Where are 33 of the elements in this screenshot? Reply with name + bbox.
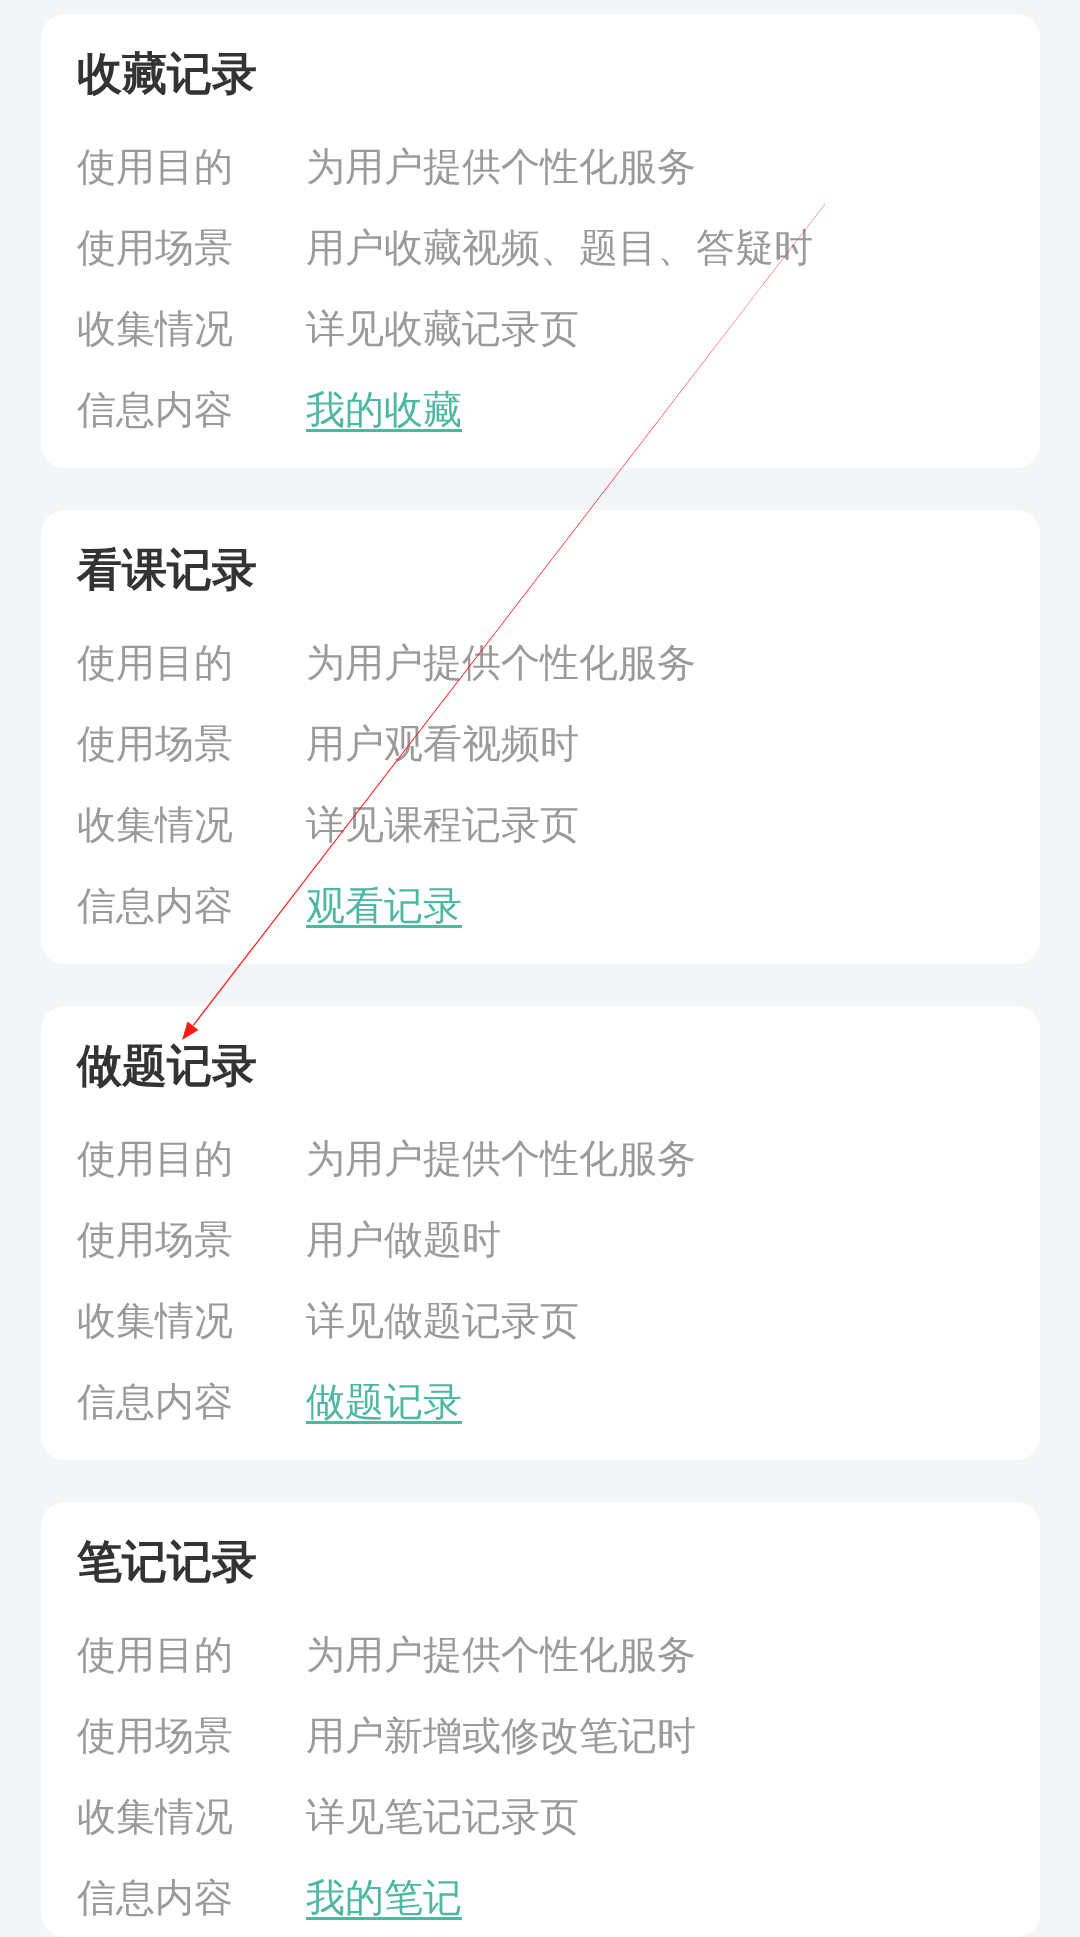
field-label: 收集情况 [77,1792,234,1841]
field-label: 使用目的 [77,1630,234,1679]
section-title: 看课记录 [77,542,258,598]
field-label: 信息内容 [77,385,234,434]
record-link[interactable]: 我的笔记 [306,1872,462,1923]
field-label: 使用场景 [77,719,234,768]
field-label: 使用目的 [77,1134,234,1183]
field-label: 信息内容 [77,1377,234,1426]
field-label: 使用目的 [77,638,234,687]
field-value: 为用户提供个性化服务 [306,142,696,191]
field-label: 信息内容 [77,881,234,930]
record-link[interactable]: 做题记录 [306,1376,462,1427]
field-label: 收集情况 [77,304,234,353]
field-label: 使用场景 [77,223,234,272]
field-label: 使用场景 [77,1215,234,1264]
section-title: 收藏记录 [77,46,258,102]
field-value: 详见收藏记录页 [306,304,579,353]
field-value: 用户做题时 [306,1215,501,1264]
field-value: 为用户提供个性化服务 [306,1134,696,1183]
field-label: 使用目的 [77,142,234,191]
field-label: 收集情况 [77,1296,234,1345]
field-value: 详见做题记录页 [306,1296,579,1345]
field-value: 详见课程记录页 [306,800,579,849]
field-label: 信息内容 [77,1873,234,1922]
field-value: 详见笔记记录页 [306,1792,579,1841]
field-value: 为用户提供个性化服务 [306,1630,696,1679]
section-title: 做题记录 [77,1038,258,1094]
field-label: 收集情况 [77,800,234,849]
record-link[interactable]: 我的收藏 [306,384,462,435]
field-value: 用户新增或修改笔记时 [306,1711,696,1760]
record-link[interactable]: 观看记录 [306,880,462,931]
field-label: 使用场景 [77,1711,234,1760]
section-title: 笔记记录 [77,1534,258,1590]
